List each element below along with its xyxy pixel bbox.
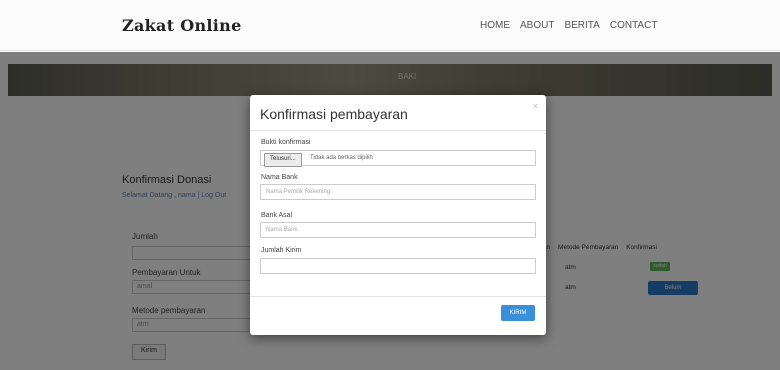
jumlah-kirim-input[interactable]: [260, 258, 536, 274]
modal-header-divider: [250, 130, 546, 131]
file-browse-button[interactable]: Telusuri...: [264, 153, 302, 167]
confirm-payment-modal: Konfirmasi pembayaran × Bukti konfirmasi…: [250, 95, 546, 335]
jumlah-kirim-label: Jumlah Kirim: [261, 247, 302, 254]
bank-asal-label: Bank Asal: [261, 212, 293, 219]
nav-about[interactable]: ABOUT: [520, 20, 554, 31]
brand-logo[interactable]: Zakat Online: [122, 16, 242, 35]
kirim-submit-button[interactable]: KIRIM: [501, 305, 535, 321]
close-icon[interactable]: ×: [533, 101, 538, 111]
nav-contact[interactable]: CONTACT: [610, 20, 658, 31]
modal-footer-divider: [250, 296, 546, 297]
modal-title: Konfirmasi pembayaran: [260, 106, 408, 122]
file-status-text: Tidak ada berkas dipilih: [310, 155, 373, 161]
nama-bank-input[interactable]: Nama Pemilik Rekening: [260, 184, 536, 200]
bank-asal-input[interactable]: Nama Bank: [260, 222, 536, 238]
nama-bank-label: Nama Bank: [261, 174, 298, 181]
nav-home[interactable]: HOME: [480, 20, 510, 31]
nav-menu: HOME ABOUT BERITA CONTACT: [480, 20, 667, 31]
bukti-label: Bukti konfirmasi: [261, 139, 311, 146]
navbar: Zakat Online HOME ABOUT BERITA CONTACT: [0, 0, 780, 51]
nav-berita[interactable]: BERITA: [564, 20, 599, 31]
